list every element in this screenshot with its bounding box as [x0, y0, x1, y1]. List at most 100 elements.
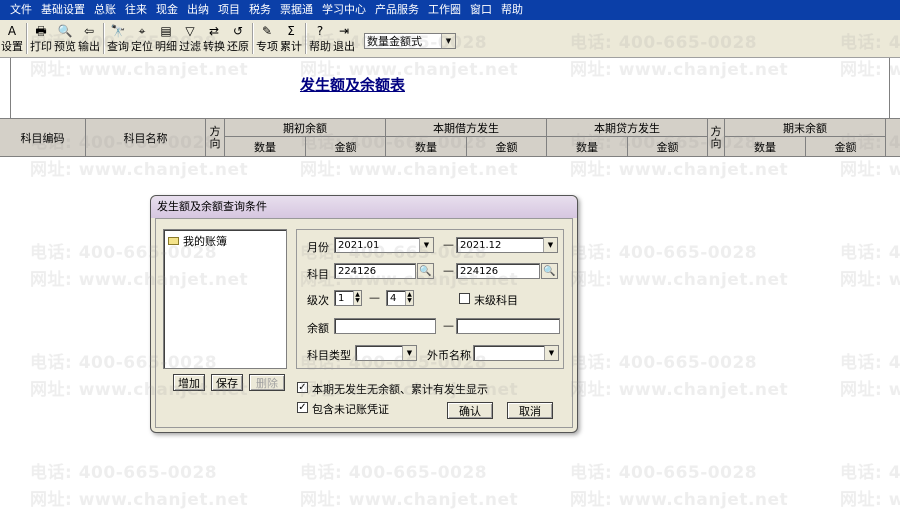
toolbar-button[interactable]: ? 帮助 — [308, 20, 332, 58]
range-dash: — — [369, 291, 380, 304]
col-account-name[interactable]: 科目名称 — [86, 119, 206, 156]
toolbar-button-label: 帮助 — [309, 40, 331, 53]
save-button[interactable]: 保存 — [211, 374, 243, 391]
menu-item[interactable]: 工作圈 — [428, 0, 461, 20]
toolbar-button[interactable]: 🔭 查询 — [106, 20, 130, 58]
level-from-stepper[interactable]: 1 ▲ ▼ — [334, 290, 362, 306]
toolbar-button[interactable]: ⇄ 转换 — [202, 20, 226, 58]
level-to-value: 4 — [390, 292, 397, 304]
level-label: 级次 — [307, 294, 329, 307]
check-icon: ✓ — [298, 401, 307, 413]
toolbar-button-label: 还原 — [227, 40, 249, 53]
search-icon[interactable]: 🔍 — [417, 263, 434, 279]
spinner-arrows-icon[interactable]: ▲ ▼ — [353, 291, 361, 305]
toolbar-icon: ↺ — [232, 24, 244, 38]
toolbar-separator — [103, 23, 104, 54]
toolbar-button[interactable]: ▽ 过滤 — [178, 20, 202, 58]
watermark-text: 网址: www.chanjet.net — [840, 160, 900, 180]
menu-item[interactable]: 文件 — [10, 0, 32, 20]
tree-item-my-books[interactable]: 我的账簿 — [168, 233, 227, 249]
col-debit[interactable]: 本期借方发生 — [386, 119, 547, 137]
level-from-value: 1 — [338, 292, 345, 304]
balance-from-input[interactable] — [334, 318, 436, 334]
toolbar-button[interactable]: ✎ 专项 — [255, 20, 279, 58]
col-closing-amount[interactable]: 金额 — [806, 137, 886, 156]
col-debit-qty[interactable]: 数量 — [386, 137, 467, 156]
range-dash: — — [443, 238, 454, 251]
toolbar-button[interactable]: A 设置 — [0, 20, 24, 58]
period-from-select[interactable]: 2021.01 ▼ — [334, 237, 434, 253]
menu-item[interactable]: 窗口 — [470, 0, 492, 20]
chevron-down-icon[interactable]: ▼ — [441, 34, 455, 48]
col-direction-1[interactable]: 方向 — [206, 119, 225, 156]
col-closing-qty[interactable]: 数量 — [725, 137, 806, 156]
menu-item[interactable]: 学习中心 — [322, 0, 366, 20]
period-label: 月份 — [307, 241, 329, 254]
menu-item[interactable]: 总账 — [94, 0, 116, 20]
menu-item[interactable]: 出纳 — [187, 0, 209, 20]
toolbar-button[interactable]: 🖶 打印 — [29, 20, 53, 58]
leaf-account-checkbox[interactable] — [459, 293, 470, 304]
col-account-code[interactable]: 科目编码 — [0, 119, 86, 156]
search-icon[interactable]: 🔍 — [541, 263, 558, 279]
toolbar-button[interactable]: ⇥ 退出 — [332, 20, 356, 58]
col-opening-qty[interactable]: 数量 — [225, 137, 306, 156]
folder-icon — [168, 237, 179, 245]
col-direction-2[interactable]: 方向 — [708, 119, 725, 156]
menu-item[interactable]: 项目 — [218, 0, 240, 20]
toolbar-icon: ⌖ — [138, 24, 146, 38]
watermark-text: 电话: 400-665-0028 — [570, 353, 758, 373]
col-credit-qty[interactable]: 数量 — [547, 137, 628, 156]
toolbar-button-label: 过滤 — [179, 40, 201, 53]
report-title: 发生额及余额表 — [299, 76, 405, 94]
toolbar-icon: ▽ — [185, 24, 195, 38]
menu-item[interactable]: 票据通 — [280, 0, 313, 20]
delete-button[interactable]: 删除 — [249, 374, 285, 391]
toolbar-button[interactable]: Σ 累计 — [279, 20, 303, 58]
confirm-button[interactable]: 确认 — [447, 402, 493, 419]
menu-item[interactable]: 现金 — [156, 0, 178, 20]
menu-item[interactable]: 往来 — [125, 0, 147, 20]
add-button[interactable]: 增加 — [173, 374, 205, 391]
account-to-input[interactable]: 224126 — [456, 263, 540, 279]
chevron-down-icon[interactable]: ▼ — [543, 238, 557, 252]
account-type-select[interactable]: ▼ — [355, 345, 417, 361]
watermark-text: 电话: 400-665-0028 — [840, 353, 900, 373]
toolbar-button[interactable]: ↺ 还原 — [226, 20, 250, 58]
toolbar-button-label: 定位 — [131, 40, 153, 53]
col-credit[interactable]: 本期贷方发生 — [547, 119, 708, 137]
watermark-text: 电话: 400-665-0028 — [300, 463, 488, 483]
toolbar-button-label: 预览 — [54, 40, 76, 53]
balance-to-input[interactable] — [456, 318, 560, 334]
period-to-select[interactable]: 2021.12 ▼ — [456, 237, 558, 253]
option-no-activity-checkbox[interactable]: ✓ — [297, 382, 308, 393]
account-book-tree[interactable]: 我的账簿 — [163, 229, 287, 369]
account-from-input[interactable]: 224126 — [334, 263, 416, 279]
cancel-button[interactable]: 取消 — [507, 402, 553, 419]
menu-item[interactable]: 帮助 — [501, 0, 523, 20]
option-unposted-checkbox[interactable]: ✓ — [297, 402, 308, 413]
level-to-stepper[interactable]: 4 ▲ ▼ — [386, 290, 414, 306]
toolbar-button[interactable]: ⌖ 定位 — [130, 20, 154, 58]
account-label: 科目 — [307, 268, 329, 281]
spinner-arrows-icon[interactable]: ▲ ▼ — [405, 291, 413, 305]
col-opening-balance[interactable]: 期初余额 — [225, 119, 386, 137]
col-debit-amount[interactable]: 金额 — [467, 137, 547, 156]
period-from-value: 2021.01 — [338, 239, 380, 251]
chevron-down-icon[interactable]: ▼ — [402, 346, 416, 360]
menu-item[interactable]: 税务 — [249, 0, 271, 20]
col-credit-amount[interactable]: 金额 — [628, 137, 708, 156]
menu-item[interactable]: 产品服务 — [375, 0, 419, 20]
currency-select[interactable]: ▼ — [473, 345, 559, 361]
toolbar-icon: 🔍 — [57, 24, 73, 38]
menu-item[interactable]: 基础设置 — [41, 0, 85, 20]
format-select[interactable]: 数量金额式 ▼ — [364, 33, 456, 49]
col-opening-amount[interactable]: 金额 — [306, 137, 386, 156]
toolbar-button[interactable]: 🔍 预览 — [53, 20, 77, 58]
toolbar-button[interactable]: ⇦ 输出 — [77, 20, 101, 58]
toolbar-button[interactable]: ▤ 明细 — [154, 20, 178, 58]
chevron-down-icon[interactable]: ▼ — [419, 238, 433, 252]
col-closing-balance[interactable]: 期末余额 — [725, 119, 886, 137]
balance-label: 余额 — [307, 322, 329, 335]
chevron-down-icon[interactable]: ▼ — [544, 346, 558, 360]
